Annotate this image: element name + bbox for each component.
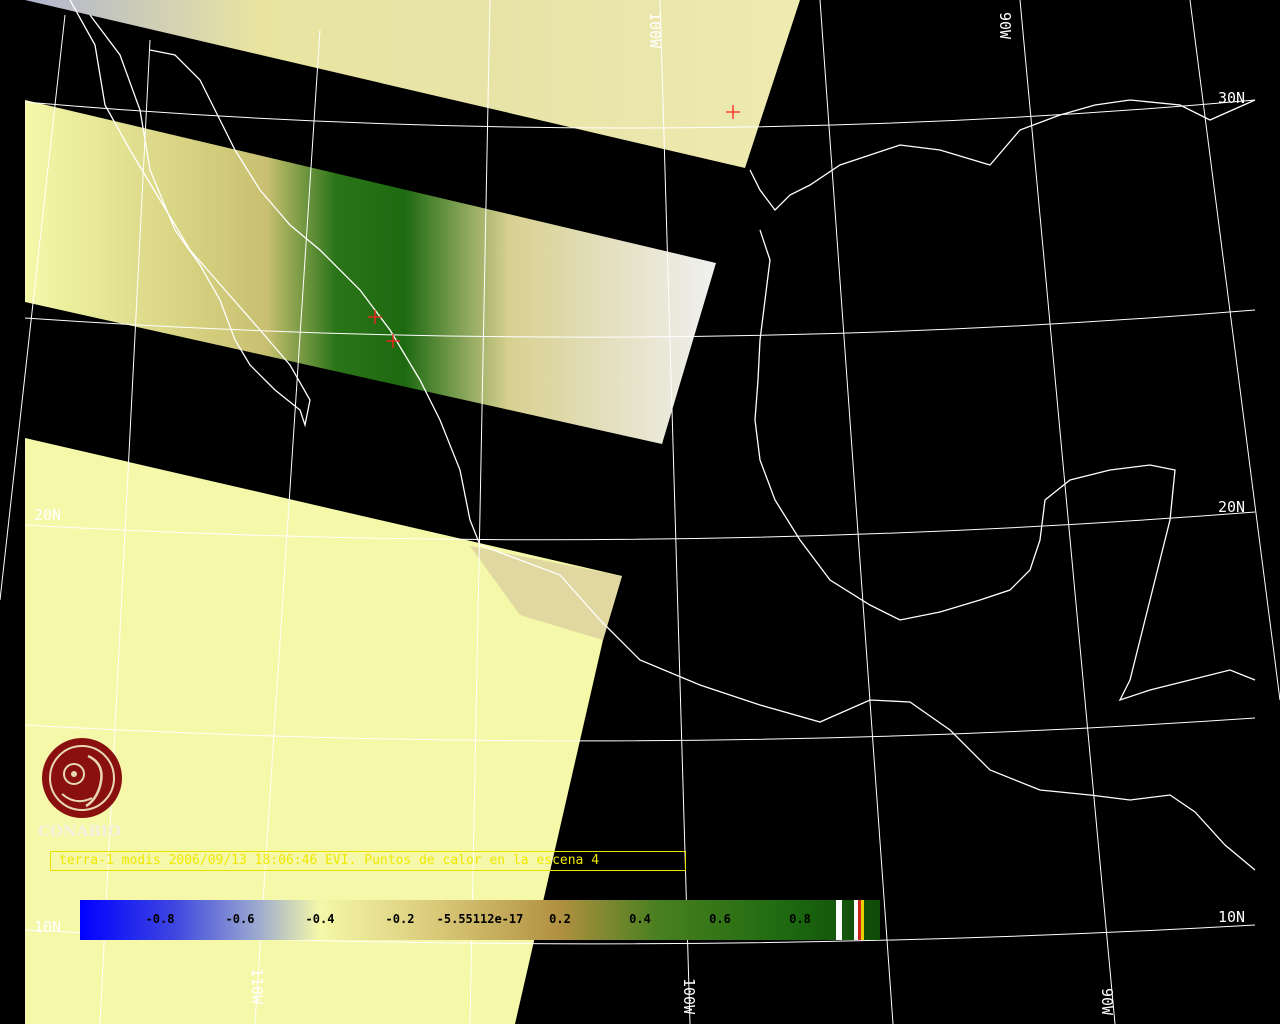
lon-label-90w: 90W	[1098, 988, 1116, 1016]
colorbar-white-swatch-2	[854, 900, 858, 940]
lon-label-100w: 100W	[680, 978, 698, 1015]
lon-label-90w-top: 90W	[996, 12, 1014, 40]
lat-label-30n: 30N	[1218, 89, 1245, 107]
colorbar-tick-label: -0.6	[225, 912, 255, 926]
lat-label-20n: 20N	[1218, 498, 1245, 516]
colorbar-tick-label: 0.8	[789, 912, 811, 926]
colorbar-tick-label: 0.2	[549, 912, 571, 926]
map-view: 30N 20N 10N 20N 10N 110W 100W 90W 90W 10…	[0, 0, 1280, 1024]
colorbar-red-swatch	[858, 900, 861, 940]
colorbar-white-swatch	[836, 900, 842, 940]
colorbar-tick-label: -0.8	[145, 912, 175, 926]
colorbar-tick-label: -5.55112e-17	[436, 912, 524, 926]
conabio-logo-text: CONABIO	[38, 822, 122, 840]
satellite-swath-2	[25, 100, 716, 444]
evi-colorbar: -0.8 -0.6 -0.4 -0.2 -5.55112e-17 0.2 0.4 0.6 0.8	[80, 900, 880, 940]
lat-label-10n-left: 10N	[34, 918, 61, 936]
conabio-macaw-logo-icon	[42, 738, 122, 818]
colorbar-tick-label: -0.4	[305, 912, 335, 926]
image-caption: terra-1 modis 2006/09/13 18:06:46 EVI. P…	[50, 851, 686, 871]
lat-label-10n: 10N	[1218, 908, 1245, 926]
lat-label-20n-left: 20N	[34, 506, 61, 524]
colorbar-tick-label: 0.6	[709, 912, 731, 926]
colorbar-tick-label: 0.4	[629, 912, 651, 926]
colorbar-yellow-swatch	[861, 900, 864, 940]
colorbar-tick-label: -0.2	[385, 912, 415, 926]
lon-label-100w-top: 100W	[646, 12, 664, 49]
lon-label-110w: 110W	[248, 968, 266, 1005]
